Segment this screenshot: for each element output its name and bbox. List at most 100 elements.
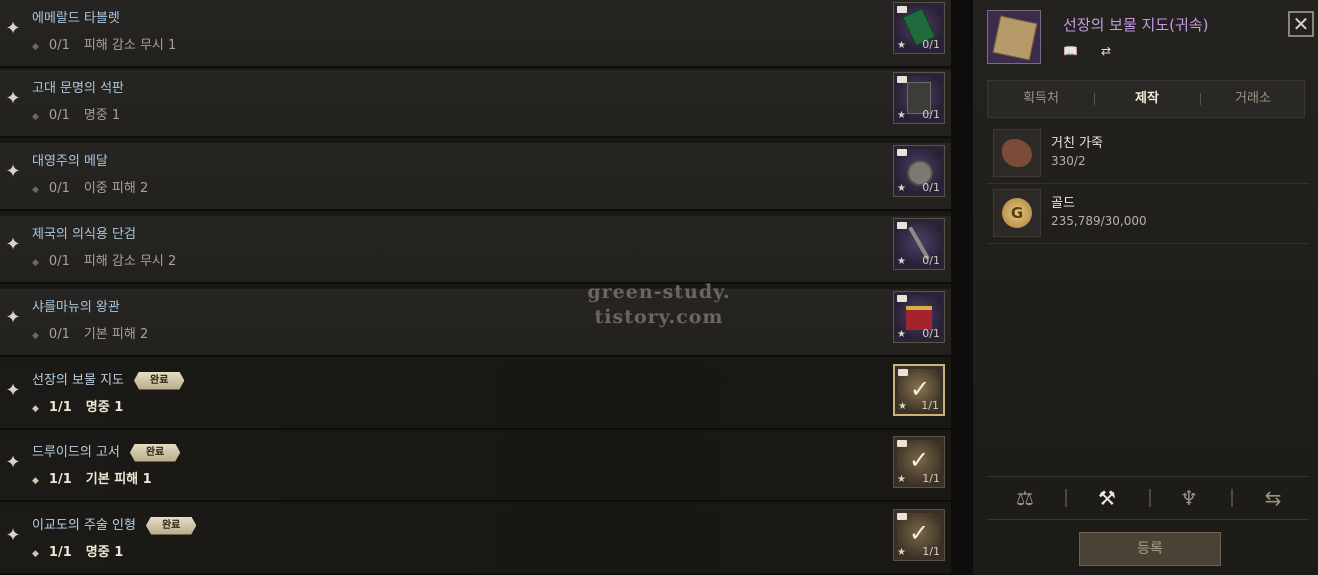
slot-count: 0/1	[922, 38, 940, 51]
book-icon	[897, 149, 907, 156]
diamond-icon: ◆	[32, 404, 39, 414]
item-icon	[987, 10, 1041, 64]
complete-badge: 완료	[145, 516, 197, 535]
star-small-icon: ★	[897, 256, 906, 267]
register-button[interactable]: 등록	[1079, 532, 1221, 566]
collection-row[interactable]: ✦ 선장의 보물 지도 완료 ◆ 1/1 명중 1 ✓ ★ 1/1	[0, 362, 951, 430]
diamond-icon: ◆	[32, 185, 39, 195]
slot-count: 1/1	[922, 472, 940, 485]
item-slot[interactable]: ★ 0/1	[893, 145, 945, 197]
material-name: 거친 가죽	[1051, 136, 1103, 151]
rough-leather-icon	[1002, 139, 1032, 167]
slot-count: 0/1	[922, 327, 940, 340]
emblem-icon[interactable]: ♆	[1169, 483, 1209, 513]
star-small-icon: ★	[897, 329, 906, 340]
collection-row[interactable]: ✦ 드루이드의 고서 완료 ◆ 1/1 기본 피해 1 ✓ ★ 1/1	[0, 434, 951, 502]
item-title: 제국의 의식용 단검	[32, 227, 136, 242]
material-item[interactable]: 거친 가죽 330/2	[993, 129, 1293, 179]
collection-row[interactable]: ✦ 이교도의 주술 인형 완료 ◆ 1/1 명중 1 ✓ ★ 1/1	[0, 507, 951, 575]
book-icon	[898, 369, 908, 376]
check-icon: ✓	[909, 375, 931, 403]
item-progress: ◆ 1/1 명중 1	[32, 400, 124, 415]
book-icon	[897, 440, 907, 447]
star-small-icon: ★	[897, 474, 906, 485]
item-progress: ◆ 0/1 기본 피해 2	[32, 327, 149, 342]
tab-market[interactable]: 거래소	[1200, 81, 1306, 117]
check-icon: ✓	[908, 519, 930, 547]
material-item[interactable]: G 골드 235,789/30,000	[993, 189, 1293, 239]
bound-icon[interactable]: ⇄	[1101, 44, 1123, 58]
item-progress: ◆ 0/1 명중 1	[32, 108, 121, 123]
star-icon: ✦	[5, 380, 21, 401]
slot-count: 0/1	[922, 181, 940, 194]
book-icon	[897, 513, 907, 520]
item-slot[interactable]: ✓ ★ 1/1	[893, 364, 945, 416]
star-icon: ✦	[5, 88, 21, 109]
book-icon	[897, 222, 907, 229]
slot-count: 1/1	[922, 545, 940, 558]
item-slot[interactable]: ★ 0/1	[893, 291, 945, 343]
diamond-icon: ◆	[32, 476, 39, 486]
material-name: 골드	[1051, 196, 1075, 211]
star-icon: ✦	[5, 18, 21, 39]
collection-row[interactable]: ✦ 대영주의 메달 ◆ 0/1 이중 피해 2 ★ 0/1	[0, 143, 951, 211]
diamond-icon: ◆	[32, 112, 39, 122]
item-title: 에메랄드 타블렛	[32, 11, 120, 26]
book-icon	[897, 76, 907, 83]
star-small-icon: ★	[897, 183, 906, 194]
material-count: 330/2	[1051, 154, 1086, 168]
slot-count: 0/1	[922, 254, 940, 267]
item-detail-title: 선장의 보물 지도(귀속)	[1063, 16, 1209, 34]
star-icon: ✦	[5, 307, 21, 328]
item-slot[interactable]: ★ 0/1	[893, 218, 945, 270]
item-detail-panel: 선장의 보물 지도(귀속) 📖 ⇄ ✕ 획득처 제작 거래소 거친 가죽 330…	[973, 0, 1318, 575]
collection-row[interactable]: ✦ 제국의 의식용 단검 ◆ 0/1 피해 감소 무시 2 ★ 0/1	[0, 216, 951, 284]
tab-craft[interactable]: 제작	[1094, 81, 1200, 117]
swap-icon[interactable]: ⇆	[1253, 483, 1293, 513]
item-progress: ◆ 0/1 피해 감소 무시 2	[32, 254, 177, 269]
scale-icon[interactable]: ⚖	[1005, 483, 1045, 513]
item-title: 선장의 보물 지도 완료	[32, 369, 185, 390]
diamond-icon: ◆	[32, 42, 39, 52]
collection-row[interactable]: ✦ 샤를마뉴의 왕관 ◆ 0/1 기본 피해 2 ★ 0/1	[0, 289, 951, 357]
item-slot[interactable]: ✓ ★ 1/1	[893, 436, 945, 488]
treasure-map-icon	[992, 15, 1038, 61]
item-progress: ◆ 0/1 피해 감소 무시 1	[32, 38, 177, 53]
item-title: 고대 문명의 석판	[32, 81, 124, 96]
item-progress: ◆ 1/1 기본 피해 1	[32, 472, 152, 487]
star-small-icon: ★	[897, 40, 906, 51]
star-icon: ✦	[5, 234, 21, 255]
star-small-icon: ★	[897, 547, 906, 558]
watermark: green-study. tistory.com	[587, 281, 731, 328]
slot-count: 1/1	[921, 399, 939, 412]
diamond-icon: ◆	[32, 258, 39, 268]
book-icon[interactable]: 📖	[1063, 44, 1085, 58]
item-title: 대영주의 메달	[32, 154, 108, 169]
item-title: 샤를마뉴의 왕관	[32, 300, 120, 315]
collection-row[interactable]: ✦ 고대 문명의 석판 ◆ 0/1 명중 1 ★ 0/1	[0, 70, 951, 138]
detail-toolbar: ⚖ ⚒ ♆ ⇆	[987, 476, 1309, 520]
star-icon: ✦	[5, 452, 21, 473]
item-slot[interactable]: ★ 0/1	[893, 2, 945, 54]
panel-divider	[951, 0, 973, 575]
star-small-icon: ★	[898, 401, 907, 412]
collection-list: ✦ 에메랄드 타블렛 ◆ 0/1 피해 감소 무시 1 ★ 0/1 ✦ 고대 문명의…	[0, 0, 951, 575]
item-progress: ◆ 0/1 이중 피해 2	[32, 181, 149, 196]
close-button[interactable]: ✕	[1288, 11, 1314, 37]
collection-row[interactable]: ✦ 에메랄드 타블렛 ◆ 0/1 피해 감소 무시 1 ★ 0/1	[0, 0, 951, 68]
item-slot[interactable]: ✓ ★ 1/1	[893, 509, 945, 561]
material-slot	[993, 129, 1041, 177]
complete-badge: 완료	[129, 443, 181, 462]
detail-tabs: 획득처 제작 거래소	[987, 80, 1305, 118]
material-count: 235,789/30,000	[1051, 214, 1147, 228]
star-icon: ✦	[5, 161, 21, 182]
check-icon: ✓	[908, 446, 930, 474]
diamond-icon: ◆	[32, 549, 39, 559]
material-slot: G	[993, 189, 1041, 237]
item-title: 이교도의 주술 인형 완료	[32, 514, 197, 535]
slot-count: 0/1	[922, 108, 940, 121]
star-small-icon: ★	[897, 110, 906, 121]
item-slot[interactable]: ★ 0/1	[893, 72, 945, 124]
tab-source[interactable]: 획득처	[988, 81, 1094, 117]
anvil-icon[interactable]: ⚒	[1087, 483, 1127, 513]
